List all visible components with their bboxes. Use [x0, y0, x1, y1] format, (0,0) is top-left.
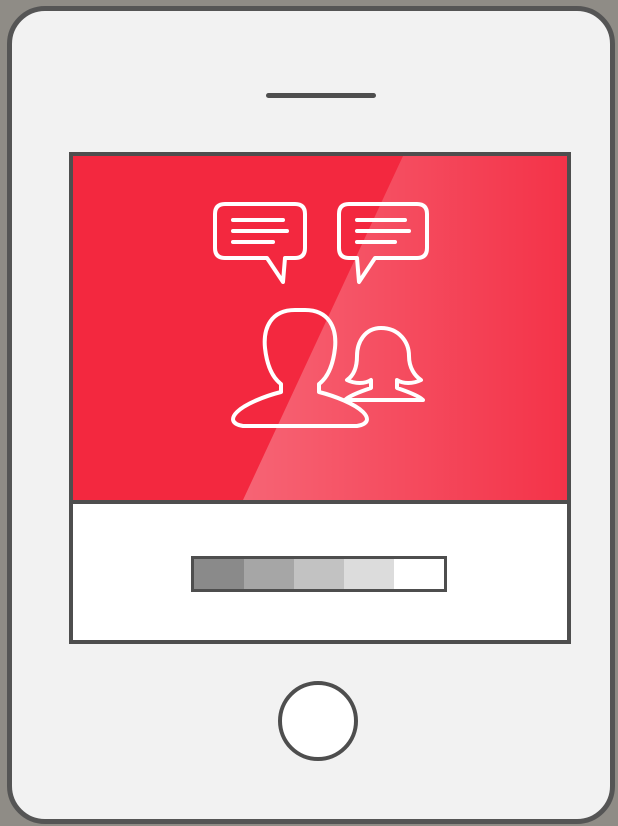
progress-segment	[394, 559, 444, 589]
illustration-panel	[73, 156, 567, 500]
speaker-grille	[266, 93, 376, 98]
tablet-screen	[69, 152, 571, 644]
progress-segment	[294, 559, 344, 589]
progress-segment	[344, 559, 394, 589]
progress-segment	[244, 559, 294, 589]
tablet-device	[7, 6, 615, 824]
loading-panel	[73, 504, 567, 640]
home-button[interactable]	[278, 681, 358, 761]
loading-progress-bar	[191, 556, 447, 592]
progress-segment	[194, 559, 244, 589]
speech-bubble-icon	[213, 202, 307, 284]
screen-reflection	[243, 156, 567, 500]
